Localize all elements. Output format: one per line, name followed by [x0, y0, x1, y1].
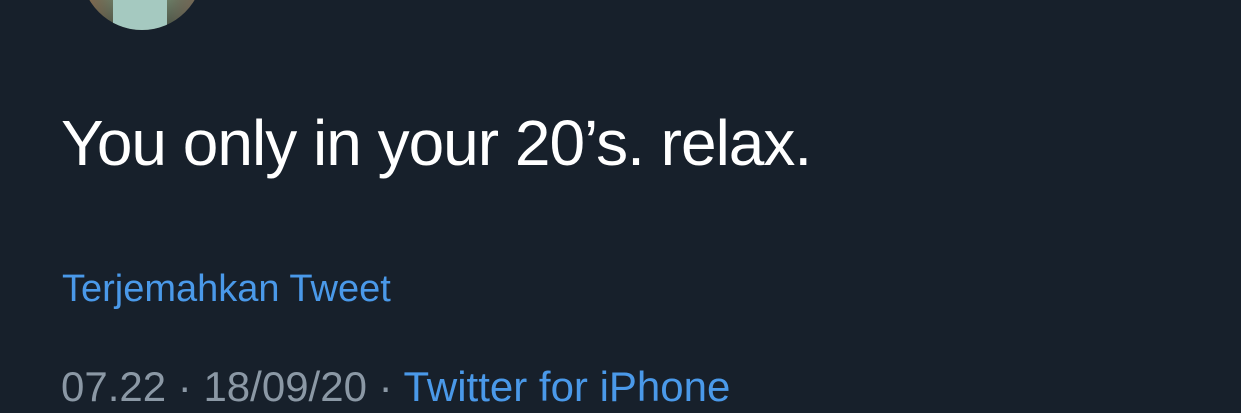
tweet-text: You only in your 20’s. relax.	[61, 107, 812, 179]
tweet-time[interactable]: 07.22	[61, 363, 166, 410]
meta-separator: ·	[177, 363, 192, 410]
translate-tweet-link[interactable]: Terjemahkan Tweet	[62, 266, 391, 312]
avatar[interactable]	[81, 0, 203, 30]
tweet-source-link[interactable]: Twitter for iPhone	[404, 363, 731, 410]
avatar-figure	[113, 0, 167, 30]
tweet-date[interactable]: 18/09/20	[203, 363, 367, 410]
tweet-meta: 07.22 · 18/09/20 · Twitter for iPhone	[61, 362, 730, 412]
meta-separator: ·	[378, 363, 393, 410]
